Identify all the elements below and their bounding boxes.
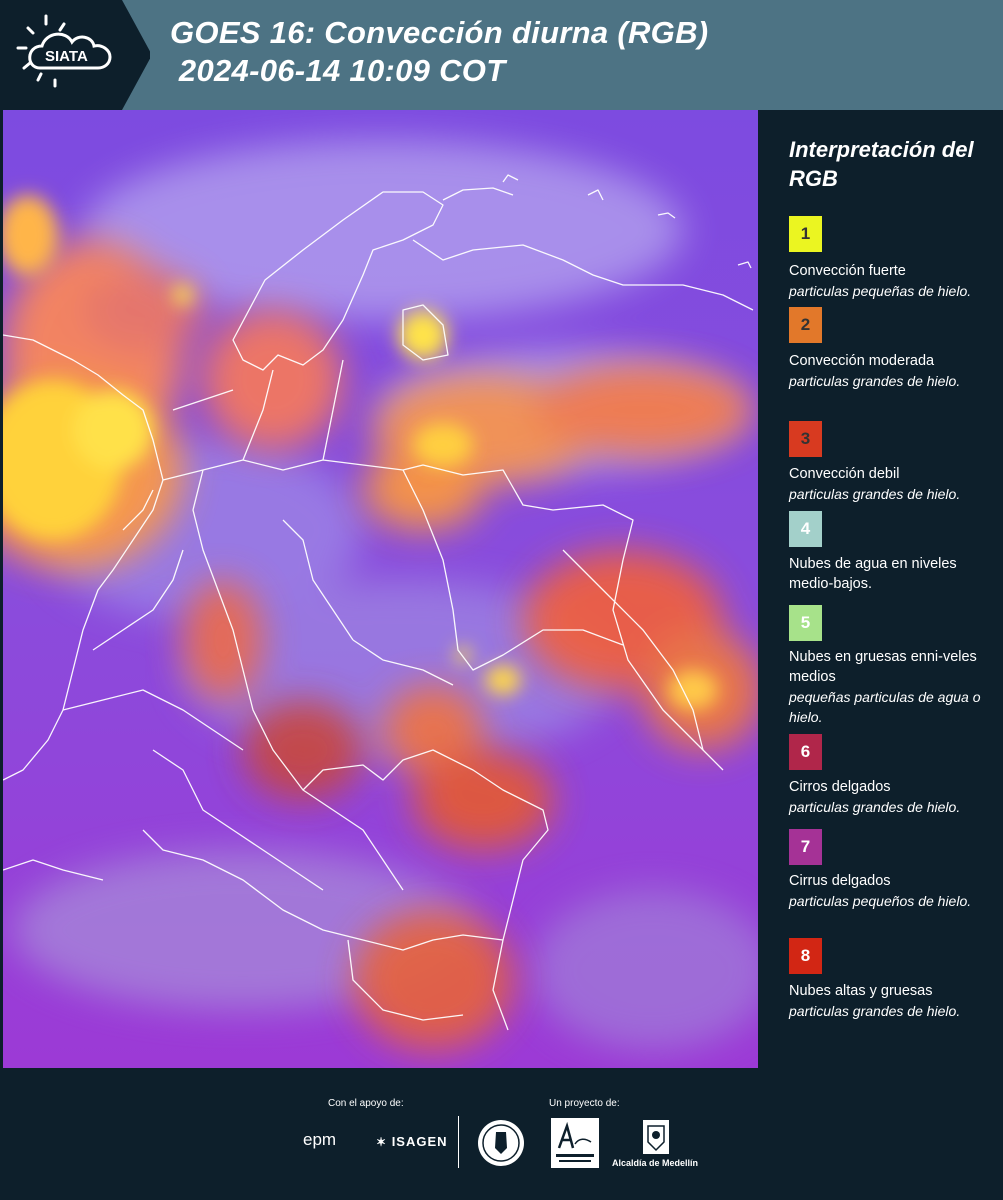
legend-swatch-5: 5 (789, 605, 822, 641)
title-line1: GOES 16: Convección diurna (RGB) (170, 15, 709, 50)
seal-icon (478, 1120, 524, 1166)
legend-item-7: Cirrus delgados particulas pequeños de hi… (789, 871, 989, 911)
satellite-image (3, 110, 758, 1068)
legend-swatch-8: 8 (789, 938, 822, 974)
legend-sub-1: particulas pequeñas de hielo. (789, 283, 972, 299)
legend-swatch-4: 4 (789, 511, 822, 547)
footer-divider (458, 1116, 459, 1168)
legend-number-3: 3 (800, 429, 811, 448)
legend-label-6: Cirros delgados (789, 779, 891, 795)
legend-item-8: Nubes altas y gruesas particulas grandes … (789, 981, 989, 1021)
legend-panel: Interpretación del RGB 1 Convección fuer… (758, 110, 1003, 1068)
legend-item-3: Convección debil particulas grandes de hi… (789, 464, 989, 504)
isagen-text: ISAGEN (391, 1134, 448, 1149)
project-label: Un proyecto de: (549, 1098, 620, 1109)
alcaldia-label: Alcaldía de Medellín (612, 1158, 699, 1168)
legend-number-2: 2 (800, 315, 811, 334)
legend-item-4: Nubes de agua en niveles medio-bajos. (789, 554, 989, 594)
legend-number-8: 8 (800, 946, 811, 965)
area-metropolitana-logo (551, 1118, 599, 1168)
legend-number-7: 7 (800, 837, 811, 856)
legend-label-2: Convección moderada (789, 353, 935, 369)
legend-label-4: Nubes de agua en niveles medio-bajos. (789, 556, 957, 592)
legend-swatch-3: 3 (789, 421, 822, 457)
legend-sub-5: pequeñas particulas de agua o hielo. (789, 689, 981, 725)
legend-number-1: 1 (800, 224, 811, 243)
legend-sub-6: particulas grandes de hielo. (789, 799, 961, 815)
footer: Con el apoyo de: Un proyecto de: epm ✶ I… (0, 1068, 1003, 1200)
isagen-icon: ✶ (376, 1135, 388, 1149)
legend-sub-7: particulas pequeños de hielo. (789, 893, 972, 909)
legend-swatch-1: 1 (789, 216, 822, 252)
legend-item-5: Nubes en gruesas enni-veles medios pequeñ… (789, 647, 989, 727)
legend-swatch-6: 6 (789, 734, 822, 770)
legend-sub-8: particulas grandes de hielo. (789, 1003, 961, 1019)
legend-sub-3: particulas grandes de hielo. (789, 486, 961, 502)
page-title: GOES 16: Convección diurna (RGB) 2024-06… (170, 14, 708, 90)
legend-sub-2: particulas grandes de hielo. (789, 373, 961, 389)
legend-title: Interpretación del RGB (789, 137, 974, 191)
legend-number-6: 6 (800, 742, 811, 761)
legend-label-8: Nubes altas y gruesas (789, 983, 933, 999)
siata-logo: SIATA (0, 0, 150, 110)
epm-logo: epm (303, 1130, 336, 1150)
legend-item-6: Cirros delgados particulas grandes de hie… (789, 777, 989, 817)
legend-swatch-7: 7 (789, 829, 822, 865)
legend-label-3: Convección debil (789, 466, 900, 482)
logo-text: SIATA (45, 48, 88, 65)
legend-label-7: Cirrus delgados (789, 873, 891, 889)
header-bar: SIATA GOES 16: Convección diurna (RGB) 2… (0, 0, 1003, 110)
legend-item-2: Convección moderada particulas grandes de… (789, 351, 989, 391)
isagen-logo: ✶ ISAGEN (376, 1134, 448, 1149)
legend-item-1: Convección fuerte particulas pequeñas de … (789, 261, 989, 301)
legend-label-5: Nubes en gruesas enni-veles medios (789, 649, 977, 685)
legend-label-1: Convección fuerte (789, 263, 906, 279)
legend-number-5: 5 (800, 613, 811, 632)
support-label: Con el apoyo de: (328, 1098, 404, 1109)
legend-swatch-2: 2 (789, 307, 822, 343)
title-line2: 2024-06-14 10:09 COT (170, 53, 506, 88)
epm-text: epm (303, 1130, 337, 1149)
legend-number-4: 4 (800, 519, 811, 538)
alcaldia-emblem-icon (643, 1120, 669, 1154)
